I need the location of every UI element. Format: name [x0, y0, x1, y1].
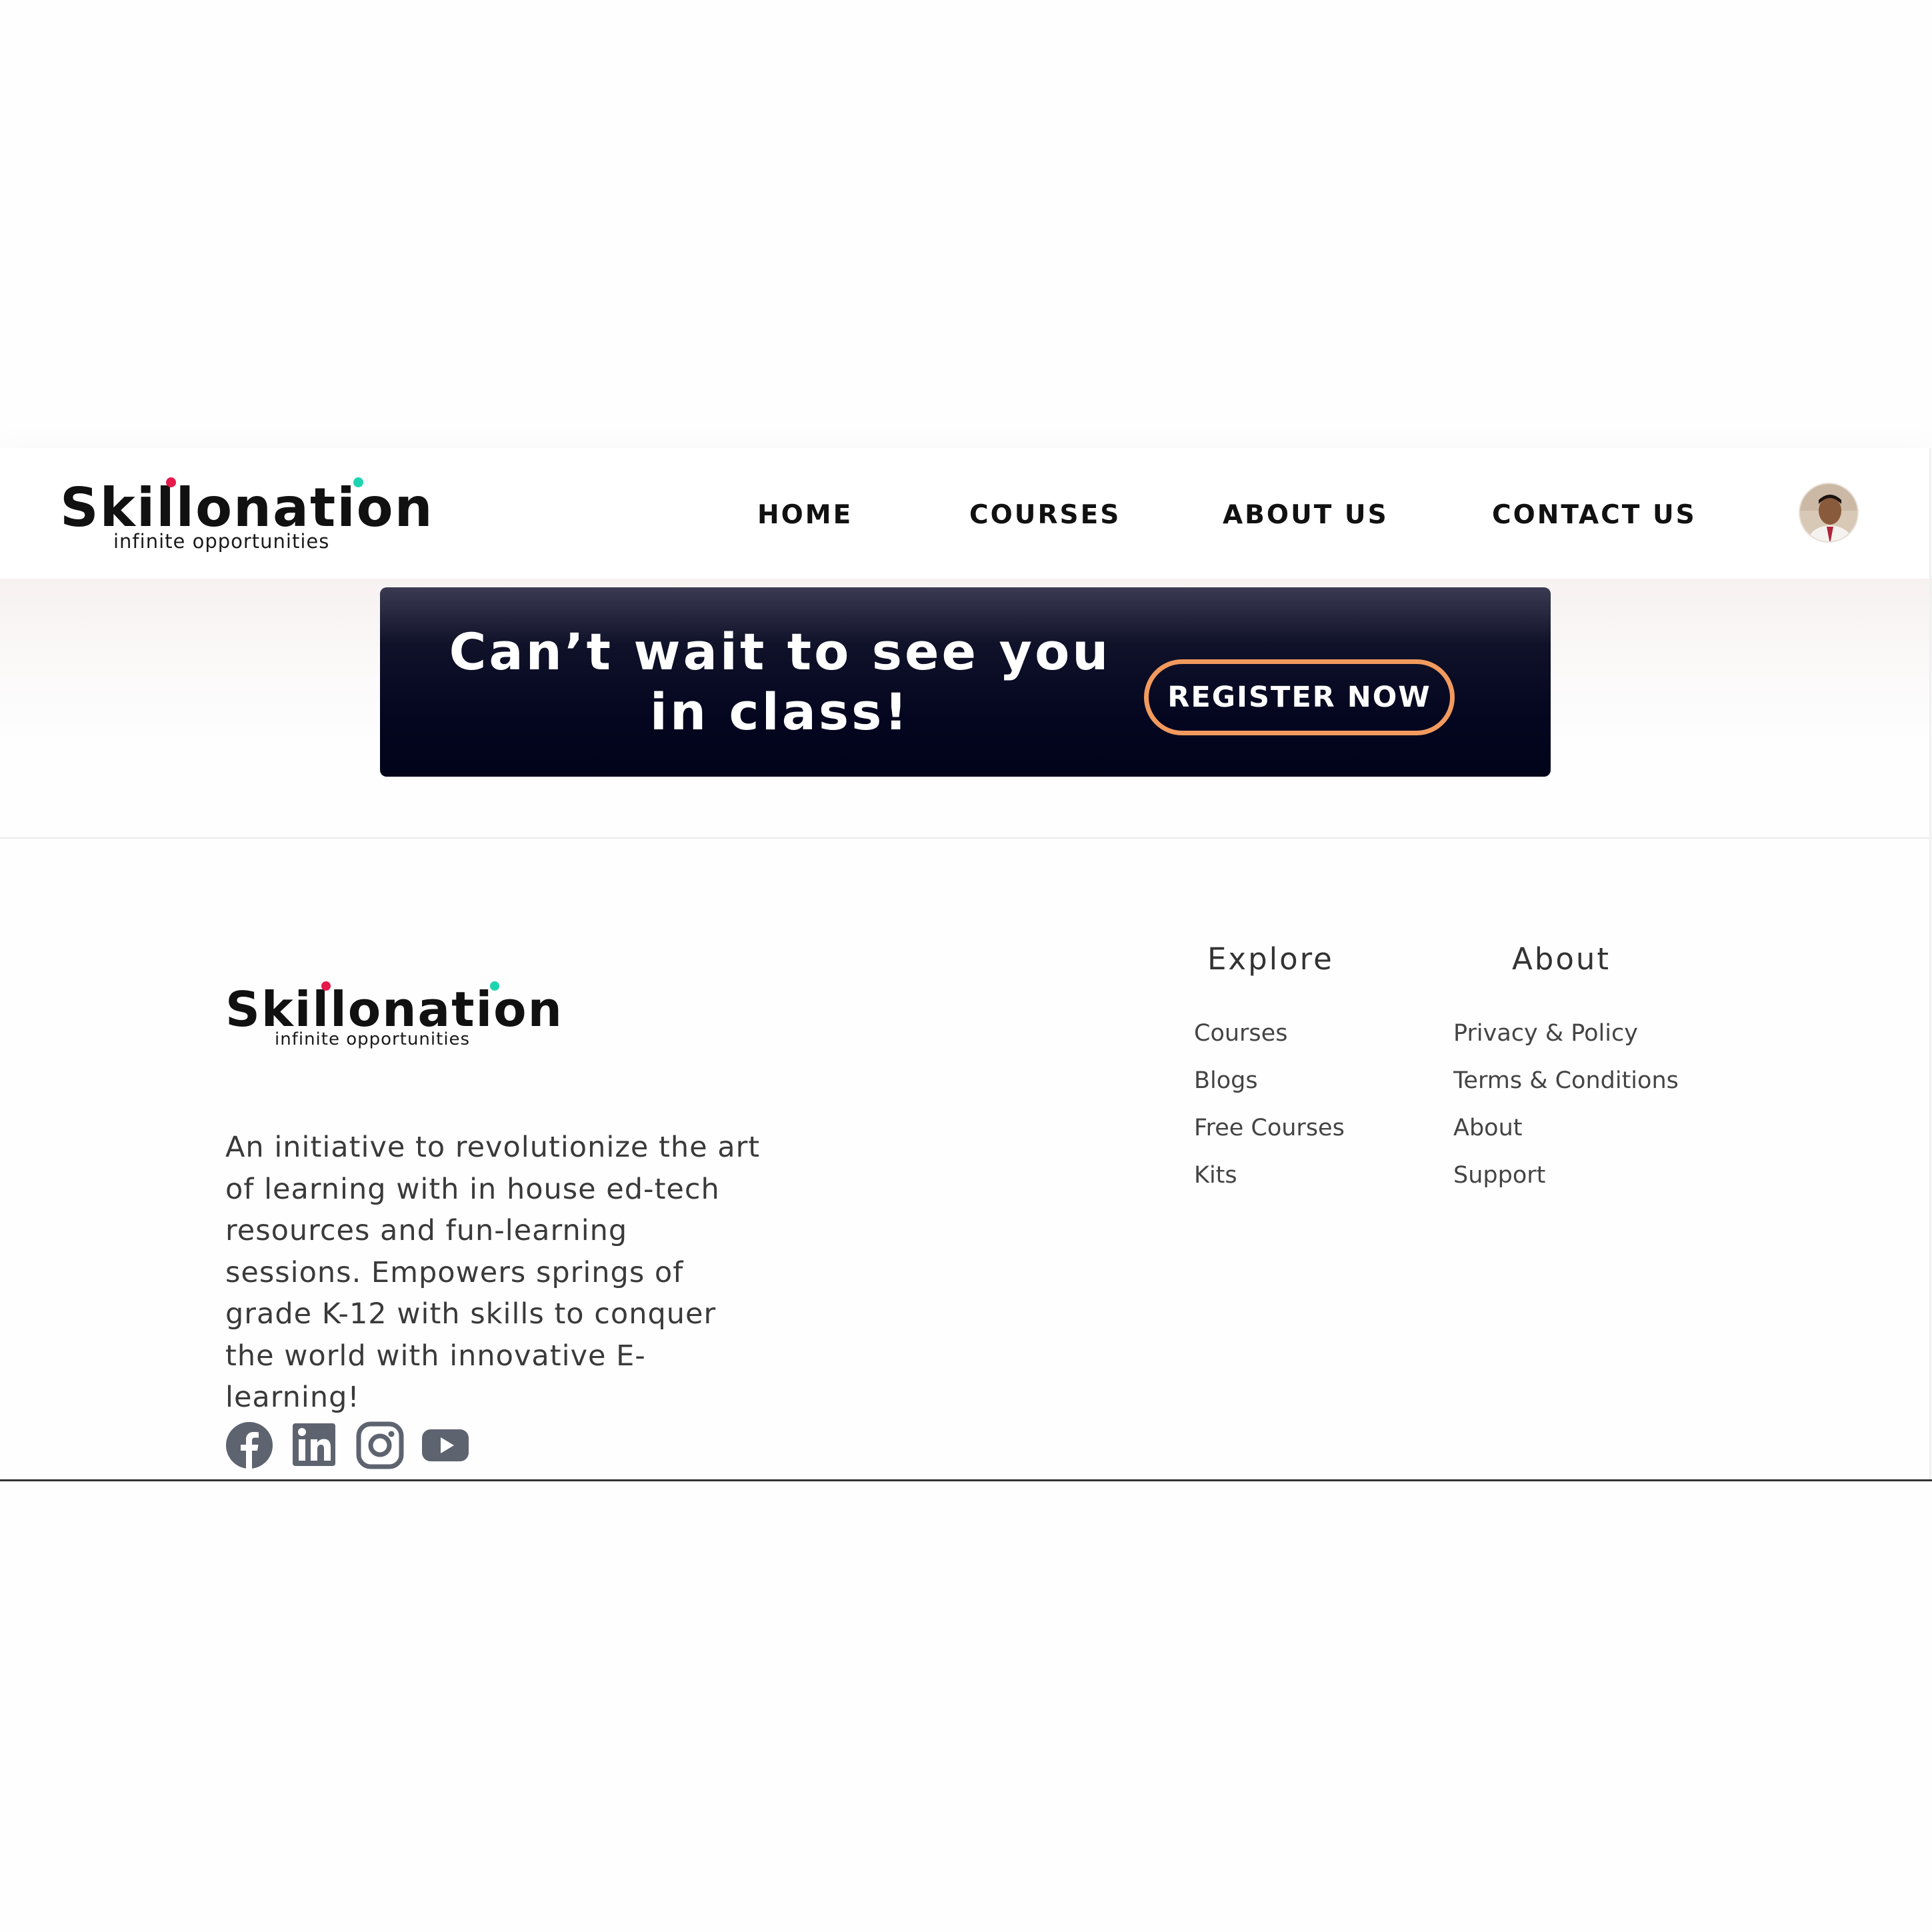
linkedin-icon[interactable]: [291, 1421, 339, 1469]
nav-contact-us[interactable]: CONTACT US: [1492, 500, 1697, 530]
footer-description: An initiative to revolutionize the art o…: [225, 1131, 761, 1414]
footer-link-free-courses[interactable]: Free Courses: [1194, 1115, 1345, 1141]
nav-about-us[interactable]: ABOUT US: [1223, 500, 1389, 530]
footer-link-terms[interactable]: Terms & Conditions: [1453, 1067, 1679, 1094]
about-heading: About: [1512, 941, 1611, 977]
facebook-icon[interactable]: [225, 1421, 273, 1469]
youtube-icon[interactable]: [421, 1421, 469, 1469]
section-divider: [0, 837, 1932, 839]
instagram-icon[interactable]: [356, 1421, 404, 1469]
page-edge: [1929, 448, 1931, 1480]
cta-headline: Can’t wait to see you in class!: [449, 622, 1111, 741]
footer-link-courses[interactable]: Courses: [1194, 1020, 1287, 1047]
explore-heading: Explore: [1207, 941, 1334, 977]
footer-bottom-border: [0, 1479, 1932, 1481]
footer-link-about[interactable]: About: [1453, 1115, 1522, 1141]
footer-link-kits[interactable]: Kits: [1194, 1162, 1237, 1189]
nav-home[interactable]: HOME: [757, 500, 853, 530]
cta-banner: Can’t wait to see you in class! REGISTER…: [380, 587, 1551, 777]
footer-logo-teal-dot: [490, 981, 499, 991]
footer-link-privacy[interactable]: Privacy & Policy: [1453, 1020, 1638, 1047]
footer-logo-wordmark: Skillonation: [225, 981, 563, 1037]
main-nav: HOME COURSES ABOUT US CONTACT US: [0, 448, 1932, 579]
page: Skillonation infinite opportunities HOME…: [0, 0, 1932, 1932]
register-now-button[interactable]: REGISTER NOW: [1144, 659, 1455, 735]
avatar-person-icon: [1800, 484, 1857, 541]
footer-link-blogs[interactable]: Blogs: [1194, 1067, 1258, 1094]
site-header: Skillonation infinite opportunities HOME…: [0, 448, 1932, 579]
footer-logo[interactable]: Skillonation infinite opportunities: [225, 981, 563, 1048]
footer-link-support[interactable]: Support: [1453, 1162, 1545, 1189]
user-avatar[interactable]: [1799, 483, 1859, 543]
footer-logo-red-dot: [321, 981, 331, 991]
nav-courses[interactable]: COURSES: [969, 500, 1121, 530]
